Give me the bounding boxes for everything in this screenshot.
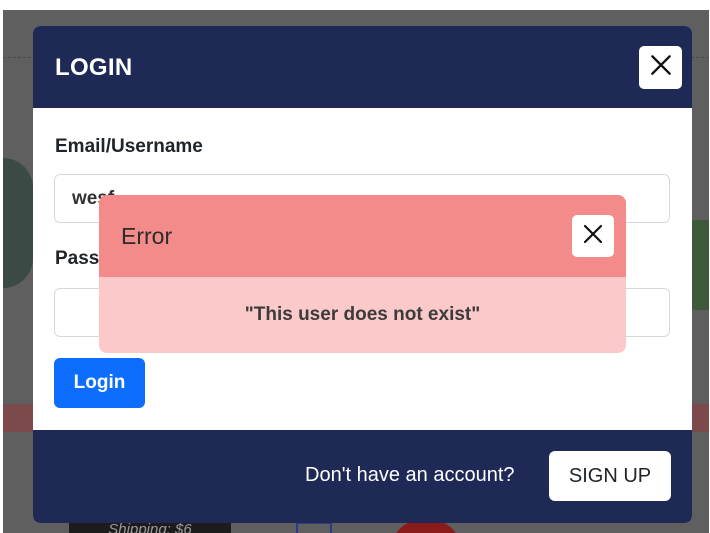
login-modal-footer: Don't have an account? SIGN UP xyxy=(33,430,692,523)
error-dialog-title: Error xyxy=(121,223,173,249)
login-modal-header: LOGIN xyxy=(33,26,692,108)
error-dialog: Error "This user does not exist" xyxy=(99,195,626,353)
error-dialog-header: Error xyxy=(99,195,626,277)
signup-button[interactable]: SIGN UP xyxy=(549,451,671,501)
close-icon xyxy=(581,222,605,251)
close-icon xyxy=(648,52,674,83)
login-button[interactable]: Login xyxy=(54,358,145,408)
email-label: Email/Username xyxy=(55,136,203,157)
login-modal-title: LOGIN xyxy=(55,54,133,81)
login-close-button[interactable] xyxy=(639,46,682,89)
error-dialog-body: "This user does not exist" xyxy=(99,277,626,353)
signup-prompt: Don't have an account? xyxy=(305,464,515,486)
error-close-button[interactable] xyxy=(572,215,614,257)
cart-icon xyxy=(296,522,332,533)
background-product-image xyxy=(3,158,33,288)
error-message: "This user does not exist" xyxy=(244,304,481,325)
